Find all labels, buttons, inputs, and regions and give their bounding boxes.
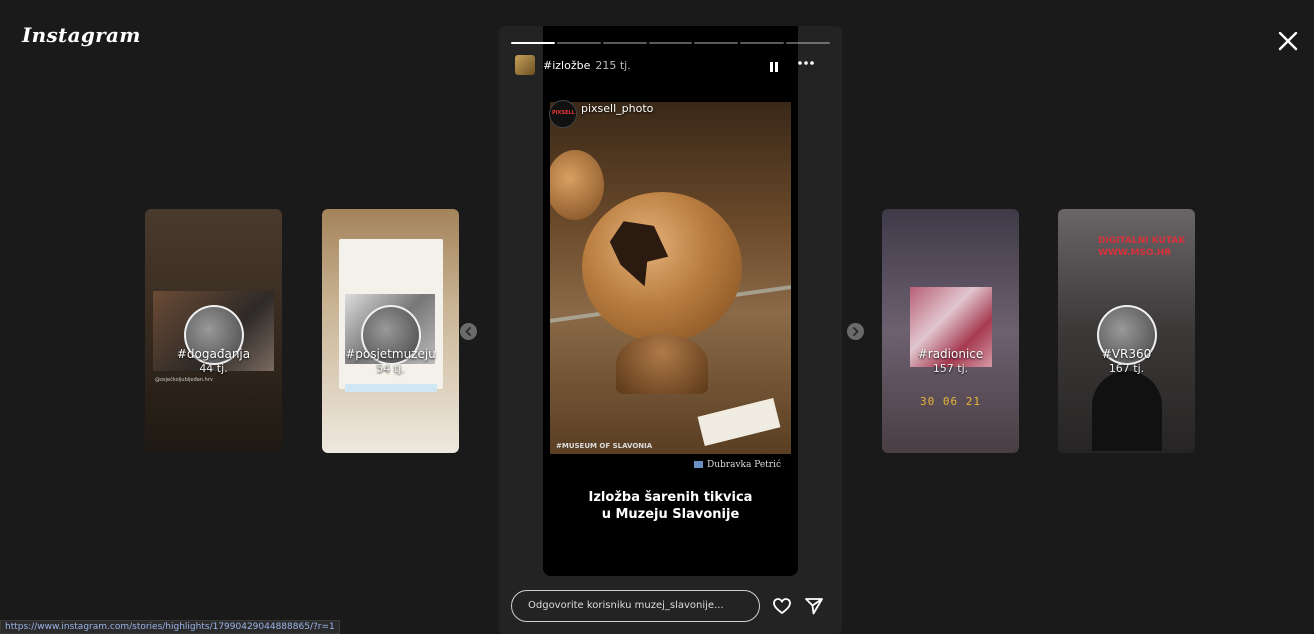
- paper-plane-icon: [805, 598, 823, 615]
- story-preview-dogadanja[interactable]: #događanja 44 tj. @osječkoljubljeđan.hrv: [145, 209, 282, 453]
- progress-segment: [648, 42, 693, 44]
- heart-icon: [773, 598, 791, 615]
- progress-segment: [786, 42, 831, 44]
- highlight-name[interactable]: #izložbe: [543, 59, 590, 72]
- preview-time: 44 tj.: [199, 362, 228, 375]
- photo-detail: [582, 192, 742, 342]
- story-header: #izložbe 215 tj.: [515, 55, 826, 79]
- caption-line: u Muzeju Slavonije: [601, 507, 740, 522]
- close-icon: [1278, 31, 1298, 51]
- more-options-button[interactable]: [796, 55, 816, 71]
- next-story-button[interactable]: [847, 323, 864, 340]
- preview-time: 157 tj.: [932, 362, 969, 375]
- progress-segment: [740, 42, 785, 44]
- story-preview-vr360[interactable]: DIGITALNI KUTAK WWW.MSO.HR #VR360 167 tj…: [1058, 209, 1195, 453]
- reply-input[interactable]: Odgovorite korisniku muzej_slavonije...: [511, 590, 760, 622]
- like-button[interactable]: [772, 596, 792, 616]
- close-button[interactable]: [1276, 29, 1300, 53]
- status-bar-url: https://www.instagram.com/stories/highli…: [0, 620, 340, 634]
- preview-sign: DIGITALNI KUTAK WWW.MSO.HR: [1098, 236, 1186, 258]
- photo-credit: Dubravka Petrić: [694, 460, 781, 470]
- active-story[interactable]: #izložbe 215 tj. #MUSEUM OF SLAVONIA PIX…: [499, 26, 842, 634]
- share-button[interactable]: [804, 596, 824, 616]
- preview-time: 54 tj.: [376, 362, 405, 375]
- photo-credit-text: Dubravka Petrić: [707, 460, 782, 470]
- preview-title: #posjetmuzeju: [345, 347, 436, 361]
- preview-title: #radionice: [917, 347, 984, 361]
- story-caption: Izložba šarenih tikvica u Muzeju Slavoni…: [543, 489, 798, 523]
- instagram-logo[interactable]: Instagram: [22, 23, 141, 47]
- story-viewer: Instagram #događanja 44 tj. @osječkoljub…: [8, 9, 1310, 634]
- preview-time: 167 tj.: [1108, 362, 1145, 375]
- highlight-avatar[interactable]: [515, 55, 535, 75]
- preview-image: [1092, 371, 1162, 451]
- previous-story-button[interactable]: [460, 323, 477, 340]
- photo-detail: [550, 150, 604, 220]
- preview-date: 30 06 21: [920, 395, 981, 408]
- progress-segment: [556, 42, 601, 44]
- photo-watermark: #MUSEUM OF SLAVONIA: [556, 442, 653, 450]
- more-dots-icon: [798, 61, 814, 65]
- caption-line: Izložba šarenih tikvica: [588, 490, 753, 505]
- source-avatar: PIXSELL: [549, 100, 577, 128]
- camera-icon: [694, 461, 703, 468]
- chevron-right-icon: [853, 327, 859, 336]
- story-progress-bar: [511, 42, 831, 44]
- preview-title: #VR360: [1101, 347, 1152, 361]
- story-photo: #MUSEUM OF SLAVONIA: [550, 102, 791, 454]
- photo-detail: [697, 398, 781, 446]
- chevron-left-icon: [465, 327, 471, 336]
- pause-icon: [770, 62, 778, 72]
- photo-detail: [616, 334, 708, 394]
- source-account: pixsell_photo: [581, 102, 654, 115]
- preview-title: #događanja: [176, 347, 251, 361]
- progress-segment: [602, 42, 647, 44]
- story-preview-posjetmuzeju[interactable]: #posjetmuzeju 54 tj.: [322, 209, 459, 453]
- story-preview-radionice[interactable]: #radionice 157 tj. 30 06 21: [882, 209, 1019, 453]
- pause-button[interactable]: [768, 58, 780, 72]
- source-badge-text: PIXSELL: [552, 110, 575, 116]
- story-time: 215 tj.: [595, 59, 631, 72]
- preview-tag: [345, 384, 437, 392]
- progress-segment: [694, 42, 739, 44]
- preview-mini-caption: @osječkoljubljeđan.hrv: [155, 377, 213, 383]
- progress-segment: [511, 42, 555, 44]
